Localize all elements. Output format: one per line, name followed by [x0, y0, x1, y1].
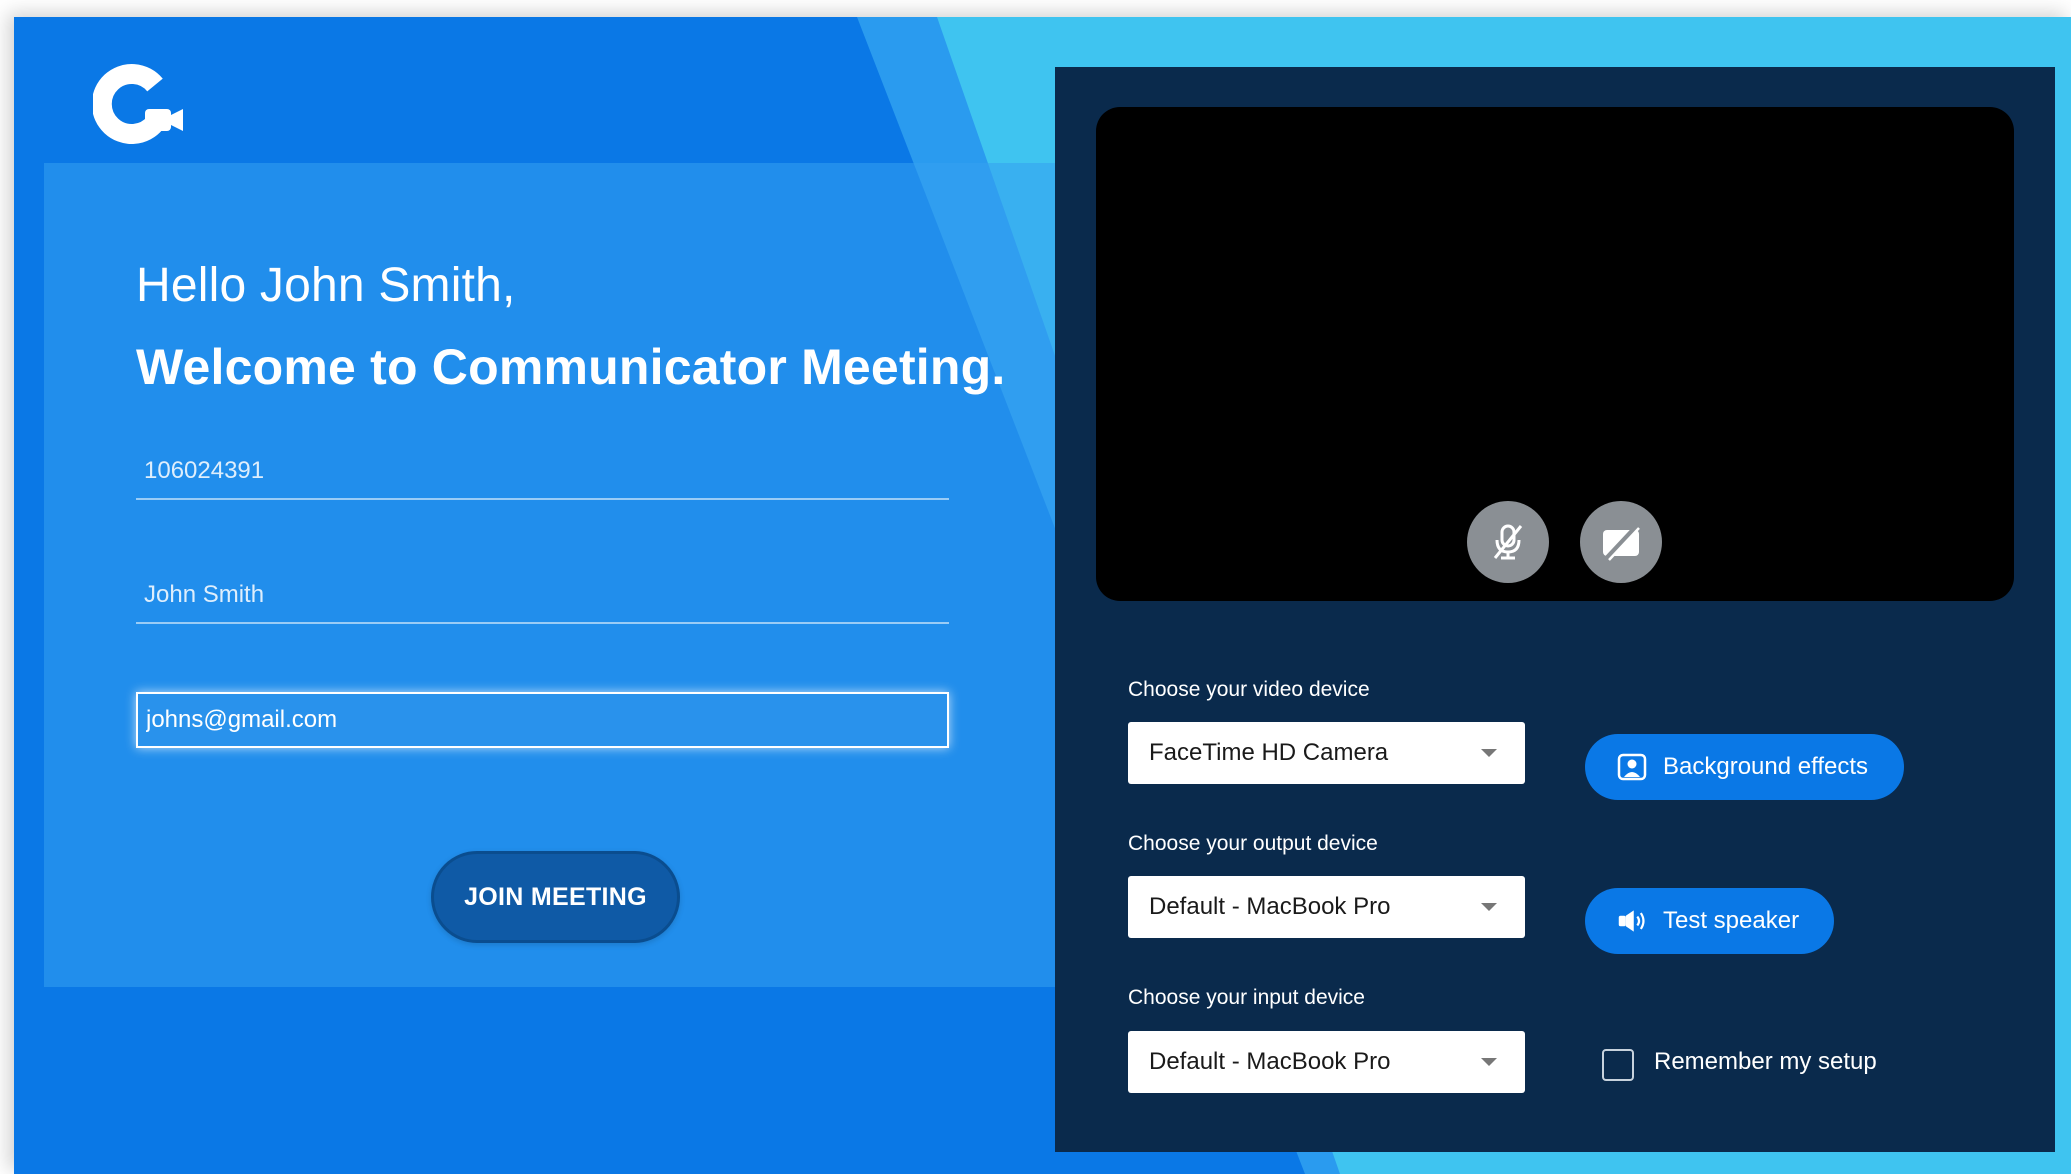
background-effects-button[interactable]: Background effects	[1585, 734, 1904, 800]
video-device-select[interactable]: FaceTime HD Camera	[1128, 722, 1525, 784]
remember-setup-label[interactable]: Remember my setup	[1654, 1048, 1877, 1076]
join-meeting-button[interactable]: JOIN MEETING	[431, 851, 680, 943]
camera-toggle-button[interactable]	[1580, 501, 1662, 583]
meeting-id-input[interactable]	[136, 444, 949, 500]
mic-off-icon	[1493, 524, 1523, 560]
background-effects-icon	[1617, 752, 1647, 782]
video-device-value: FaceTime HD Camera	[1149, 739, 1389, 766]
display-name-input[interactable]	[136, 568, 949, 624]
email-input[interactable]	[136, 692, 949, 748]
test-speaker-label: Test speaker	[1663, 907, 1800, 934]
output-device-select[interactable]: Default - MacBook Pro	[1128, 876, 1525, 938]
communicator-camera-logo-icon	[93, 64, 183, 144]
output-device-value: Default - MacBook Pro	[1149, 893, 1391, 920]
speaker-icon	[1617, 906, 1647, 936]
input-device-label: Choose your input device	[1128, 986, 1365, 1009]
output-device-label: Choose your output device	[1128, 832, 1378, 855]
chevron-down-icon	[1481, 749, 1497, 757]
greeting-text: Hello John Smith,	[136, 259, 516, 312]
input-device-value: Default - MacBook Pro	[1149, 1048, 1391, 1075]
video-preview	[1096, 107, 2014, 601]
test-speaker-button[interactable]: Test speaker	[1585, 888, 1834, 954]
video-device-label: Choose your video device	[1128, 678, 1370, 701]
input-device-select[interactable]: Default - MacBook Pro	[1128, 1031, 1525, 1093]
chevron-down-icon	[1481, 1058, 1497, 1066]
welcome-title: Welcome to Communicator Meeting.	[136, 339, 1006, 395]
remember-setup-checkbox[interactable]	[1602, 1049, 1634, 1081]
background-effects-label: Background effects	[1663, 753, 1869, 780]
mic-toggle-button[interactable]	[1467, 501, 1549, 583]
chevron-down-icon	[1481, 903, 1497, 911]
camera-off-icon	[1603, 524, 1640, 561]
